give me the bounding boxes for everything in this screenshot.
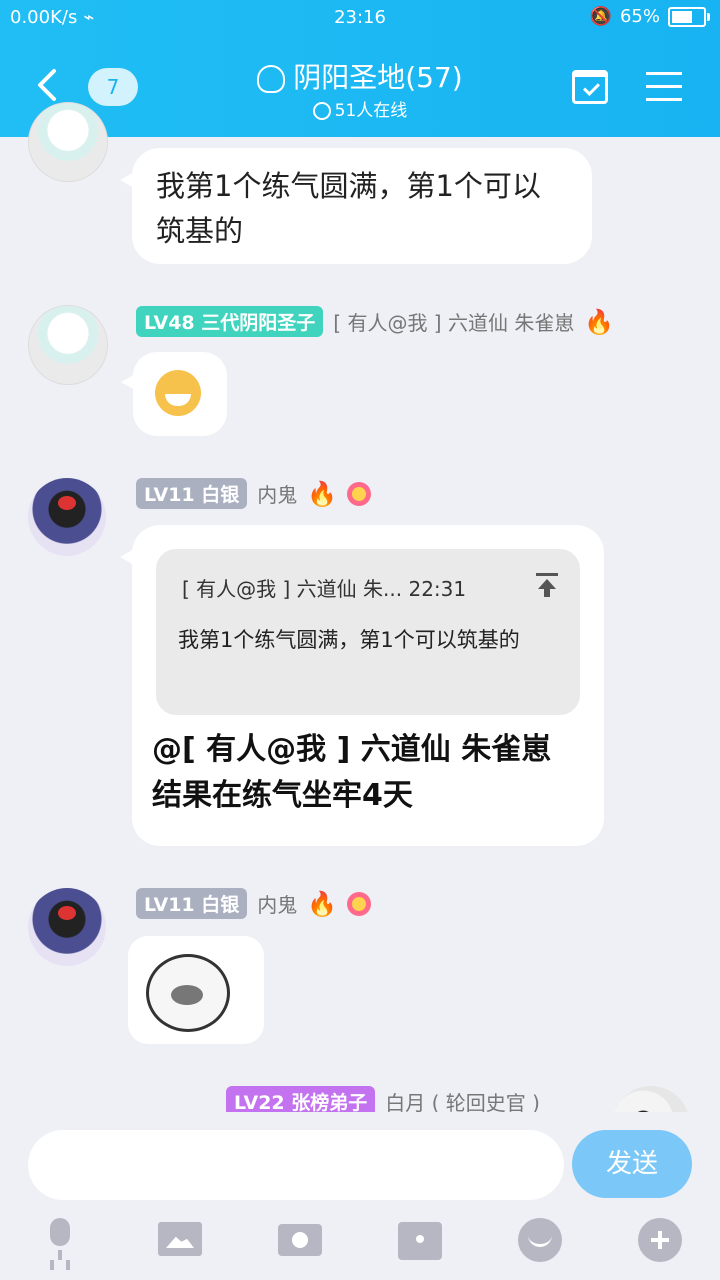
send-button[interactable]: 发送 [572,1130,692,1198]
message-text: @[ 有人@我 ] 六道仙 朱雀崽 结果在练气坐牢4天 [152,732,552,813]
quoted-message[interactable]: [ 有人@我 ] 六道仙 朱... 22:31 我第1个练气圆满，第1个可以筑基… [156,549,580,715]
battery-percent: 65% [619,6,660,27]
jump-to-top-icon-stem [544,587,550,597]
message-input[interactable] [28,1130,564,1200]
microphone-icon[interactable] [38,1218,82,1262]
status-bar: 0.00K/s ⌁ 23:16 🔕 65% [0,0,720,36]
status-right: 🔕 65% [589,6,710,27]
composer: 发送 [0,1112,720,1280]
calendar-check-icon[interactable] [572,70,608,104]
message-text: 我第1个练气圆满，第1个可以筑基的 [156,169,541,248]
sender-name: [ 有人@我 ] 六道仙 朱雀崽 [333,311,575,335]
online-icon [312,102,331,120]
online-count: 51人在线 [0,96,720,121]
flower-icon [347,891,372,916]
level-badge: LV48 三代阴阳圣子 [136,306,324,337]
avatar[interactable] [28,888,106,966]
message-bubble[interactable]: 我第1个练气圆满，第1个可以筑基的 [120,148,592,264]
online-text: 51人在线 [334,101,408,121]
group-name: 阴阳圣地(57) [293,61,463,94]
camera-icon[interactable] [278,1218,322,1262]
quote-header: [ 有人@我 ] 六道仙 朱... 22:31 [182,577,467,601]
shiba-emoji [155,370,201,416]
chat-title: 阴阳圣地(57) [0,56,720,96]
image-icon[interactable] [158,1218,202,1262]
avatar[interactable] [28,102,108,182]
sender-name: 内鬼 [257,483,298,507]
chat-header: 0.00K/s ⌁ 23:16 🔕 65% 7 阴阳圣地(57) 51人在线 [0,0,720,137]
bell-off-icon: 🔕 [589,6,612,27]
sender-name: 内鬼 [257,893,298,917]
ear-icon [257,65,286,93]
meme-face [146,954,230,1032]
level-badge: LV11 白银 [136,478,248,509]
level-badge: LV11 白银 [136,888,248,919]
emoji-icon[interactable] [518,1218,562,1262]
avatar[interactable] [28,478,106,556]
quote-body: 我第1个练气圆满，第1个可以筑基的 [178,628,520,652]
reply-message-bubble[interactable]: [ 有人@我 ] 六道仙 朱... 22:31 我第1个练气圆满，第1个可以筑基… [120,525,604,846]
message-meta: LV11 白银 内鬼 🔥 [136,478,372,509]
message-meta: LV11 白银 内鬼 🔥 [136,888,372,919]
battery-icon [668,6,710,27]
message-meta: LV48 三代阴阳圣子 [ 有人@我 ] 六道仙 朱雀崽 🔥 [136,306,614,337]
flower-icon [347,481,372,506]
plus-icon[interactable] [638,1218,682,1262]
red-packet-icon[interactable] [398,1218,442,1262]
fire-icon: 🔥 [307,479,338,508]
sticker-message[interactable] [121,352,227,436]
avatar[interactable] [28,305,108,385]
sticker-message[interactable] [128,936,264,1044]
hamburger-menu-icon[interactable] [646,72,682,102]
fire-icon: 🔥 [584,307,615,336]
fire-icon: 🔥 [307,889,338,918]
